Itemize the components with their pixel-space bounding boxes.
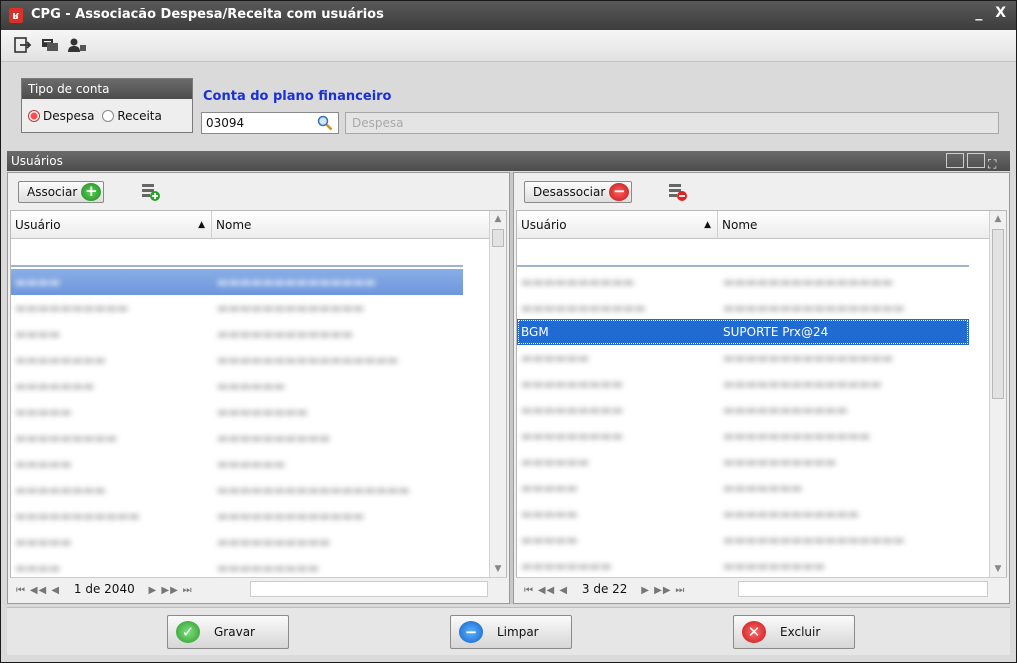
table-row[interactable]: ▬▬▬▬▬ ▬▬▬▬▬▬▬ (517, 475, 969, 501)
last-page-icon[interactable]: ⏭ (183, 585, 193, 596)
check-icon: ✓ (176, 621, 200, 643)
prev-page-icon[interactable]: ◀◀ ◀ (538, 585, 568, 596)
close-button[interactable]: X (995, 5, 1006, 21)
panel-view-icon[interactable] (967, 153, 985, 168)
tipo-conta-group: Tipo de conta Despesa Receita (21, 78, 193, 133)
table-row[interactable]: ▬▬▬▬ ▬▬▬▬▬▬▬▬▬▬▬▬▬▬ (11, 269, 463, 295)
usuarios-section-header: Usuários ⛶ (7, 151, 1010, 171)
bottom-action-bar: ✓ Gravar − Limpar ✕ Excluir (7, 607, 1010, 655)
excluir-button[interactable]: ✕ Excluir (733, 615, 855, 649)
table-row[interactable]: ▬▬▬▬▬▬▬▬▬▬▬▬▬▬▬▬▬ (517, 501, 969, 527)
list-add-icon[interactable] (141, 182, 161, 202)
table-row[interactable]: ▬▬▬▬▬▬▬▬▬▬▬ ▬▬▬▬▬▬▬▬▬▬▬▬▬▬▬▬ (517, 295, 969, 321)
first-page-icon[interactable]: ⏮ (524, 585, 534, 596)
table-row[interactable]: ▬▬▬▬▬▬▬▬▬▬▬▬▬ (11, 399, 463, 425)
title-bar: ʁ CPG - Associacão Despesa/Receita com u… (1, 1, 1016, 30)
app-logo-icon: ʁ (9, 8, 23, 23)
gravar-button[interactable]: ✓ Gravar (167, 615, 289, 649)
scroll-down-icon[interactable]: ▼ (490, 561, 506, 577)
table-row[interactable]: ▬▬▬▬▬▬▬▬▬▬▬▬▬ (11, 373, 463, 399)
column-header-usuario[interactable]: Usuário ▲ (517, 211, 718, 239)
chat-icon[interactable] (41, 37, 59, 53)
table-row[interactable]: ▬▬▬▬▬▬▬▬▬▬▬▬▬▬▬▬▬▬▬▬▬▬▬ (11, 295, 463, 321)
table-row[interactable]: ▬▬▬▬▬▬▬▬▬ ▬▬▬▬▬▬▬▬▬▬ (11, 425, 463, 451)
left-page-indicator: 1 de 2040 (73, 582, 135, 596)
horizontal-scrollbar[interactable] (738, 581, 988, 597)
scroll-up-icon[interactable]: ▲ (990, 211, 1006, 227)
conta-code-input[interactable]: 03094 (201, 112, 339, 134)
minimize-button[interactable]: _ (975, 5, 982, 21)
filter-row-divider (517, 265, 969, 267)
table-row[interactable]: ▬▬▬▬▬▬▬▬▬ ▬▬▬▬▬▬▬▬▬▬▬ (517, 397, 969, 423)
minus-icon: − (459, 621, 483, 643)
expand-icon[interactable]: ⛶ (988, 154, 1006, 171)
radio-despesa[interactable]: Despesa (28, 109, 94, 123)
right-pager: ⏮ ◀◀ ◀ 3 de 22 ▶ ▶▶ ⏭ (516, 577, 1007, 599)
usuarios-section-label: Usuários (11, 154, 63, 168)
table-row[interactable]: ▬▬▬▬▬▬▬▬▬ ▬▬▬▬▬▬▬▬▬▬▬▬▬ (517, 423, 969, 449)
available-users-panel: Associar + Usuário ▲ Nome ▬▬▬▬ ▬▬▬▬▬▬▬▬▬▬▬… (7, 172, 510, 604)
next-page-icon[interactable]: ▶ ▶▶ (149, 585, 179, 596)
table-row[interactable]: ▬▬▬▬▬▬▬▬▬▬▬▬▬▬▬▬▬▬▬▬▬▬▬ (517, 371, 969, 397)
table-row[interactable]: ▬▬▬▬▬▬▬▬▬▬▬▬▬▬▬▬▬▬▬▬▬▬▬▬▬ (11, 477, 463, 503)
scroll-thumb[interactable] (492, 229, 504, 247)
vertical-scrollbar[interactable]: ▲ ▼ (989, 211, 1006, 577)
grid-header: Usuário ▲ Nome (517, 211, 989, 239)
sort-asc-icon: ▲ (198, 220, 205, 230)
limpar-button[interactable]: − Limpar (450, 615, 572, 649)
radio-unchecked-icon (102, 110, 115, 122)
table-row[interactable]: ▬▬▬▬▬▬▬▬▬▬▬▬▬▬▬▬▬▬▬▬▬▬▬▬▬ (517, 269, 969, 295)
prev-page-icon[interactable]: ◀◀ ◀ (30, 585, 60, 596)
add-icon: + (81, 183, 102, 201)
desassociar-button[interactable]: Desassociar − (524, 181, 633, 203)
table-row[interactable]: ▬▬▬▬▬▬▬▬▬▬▬▬▬▬▬▬ (11, 321, 463, 347)
filter-row-divider (11, 265, 463, 267)
scroll-thumb[interactable] (992, 229, 1004, 399)
radio-receita[interactable]: Receita (102, 109, 162, 123)
remove-icon: − (609, 183, 630, 201)
table-row[interactable]: ▬▬▬▬▬▬▬▬▬▬▬▬▬▬▬▬▬▬▬▬▬ (517, 527, 969, 553)
window-title: CPG - Associacão Despesa/Receita com usu… (31, 7, 384, 22)
available-users-grid: Usuário ▲ Nome ▬▬▬▬ ▬▬▬▬▬▬▬▬▬▬▬▬▬▬ ▬▬▬▬▬▬▬… (10, 210, 507, 578)
scroll-down-icon[interactable]: ▼ (990, 561, 1006, 577)
table-row[interactable]: ▬▬▬▬▬▬▬▬▬▬▬▬▬▬▬▬▬▬▬▬▬▬▬▬ (11, 503, 463, 529)
table-row-selected[interactable]: BGM SUPORTE Prx@24 (517, 319, 969, 345)
scroll-up-icon[interactable]: ▲ (490, 211, 506, 227)
table-row[interactable]: ▬▬▬▬▬▬▬▬▬▬▬▬▬ (11, 555, 463, 577)
right-page-indicator: 3 de 22 (581, 582, 628, 596)
conta-description-field: Despesa (345, 112, 999, 134)
horizontal-scrollbar[interactable] (250, 581, 488, 597)
table-row[interactable]: ▬▬▬▬▬▬▬▬▬▬▬▬▬▬▬▬▬ (517, 553, 969, 577)
column-header-nome[interactable]: Nome (212, 211, 489, 239)
main-window: ʁ CPG - Associacão Despesa/Receita com u… (0, 0, 1017, 663)
tipo-conta-label: Tipo de conta (22, 79, 192, 99)
delete-icon: ✕ (742, 621, 766, 643)
table-row[interactable]: ▬▬▬▬▬ ▬▬▬▬▬▬▬▬▬▬ (11, 529, 463, 555)
first-page-icon[interactable]: ⏮ (16, 585, 26, 596)
conta-label: Conta do plano financeiro (203, 89, 392, 104)
column-header-usuario[interactable]: Usuário ▲ (11, 211, 212, 239)
radio-checked-icon (28, 110, 40, 122)
list-view-icon[interactable] (946, 153, 964, 168)
grid-header: Usuário ▲ Nome (11, 211, 489, 239)
list-remove-icon[interactable] (668, 182, 688, 202)
toolbar (1, 30, 1016, 62)
conta-code-value: 03094 (206, 116, 245, 130)
left-pager: ⏮ ◀◀ ◀ 1 de 2040 ▶ ▶▶ ⏭ (10, 577, 507, 599)
last-page-icon[interactable]: ⏭ (675, 585, 685, 596)
associated-users-grid: Usuário ▲ Nome ▬▬▬▬▬▬▬▬▬▬ ▬▬▬▬▬▬▬▬▬▬▬▬▬▬▬ … (516, 210, 1007, 578)
exit-icon[interactable] (14, 37, 32, 53)
column-header-nome[interactable]: Nome (718, 211, 989, 239)
next-page-icon[interactable]: ▶ ▶▶ (641, 585, 671, 596)
table-row[interactable]: ▬▬▬▬▬▬▬▬▬▬▬▬▬▬▬▬▬▬▬▬▬▬▬▬ (11, 347, 463, 373)
associar-button[interactable]: Associar + (18, 181, 105, 203)
table-row[interactable]: ▬▬▬▬▬▬▬▬▬▬▬▬▬▬▬▬ (517, 449, 969, 475)
table-row[interactable]: ▬▬▬▬▬▬▬▬▬▬▬▬▬▬▬▬▬▬▬▬▬ (517, 345, 969, 371)
search-icon[interactable] (317, 115, 333, 131)
vertical-scrollbar[interactable]: ▲ ▼ (489, 211, 506, 577)
table-row[interactable]: ▬▬▬▬▬ ▬▬▬▬▬▬ (11, 451, 463, 477)
sort-asc-icon: ▲ (704, 220, 711, 230)
associated-users-panel: Desassociar − Usuário ▲ Nome ▬▬▬▬▬▬▬▬▬▬ ▬▬… (513, 172, 1010, 604)
user-icon[interactable] (68, 37, 86, 53)
